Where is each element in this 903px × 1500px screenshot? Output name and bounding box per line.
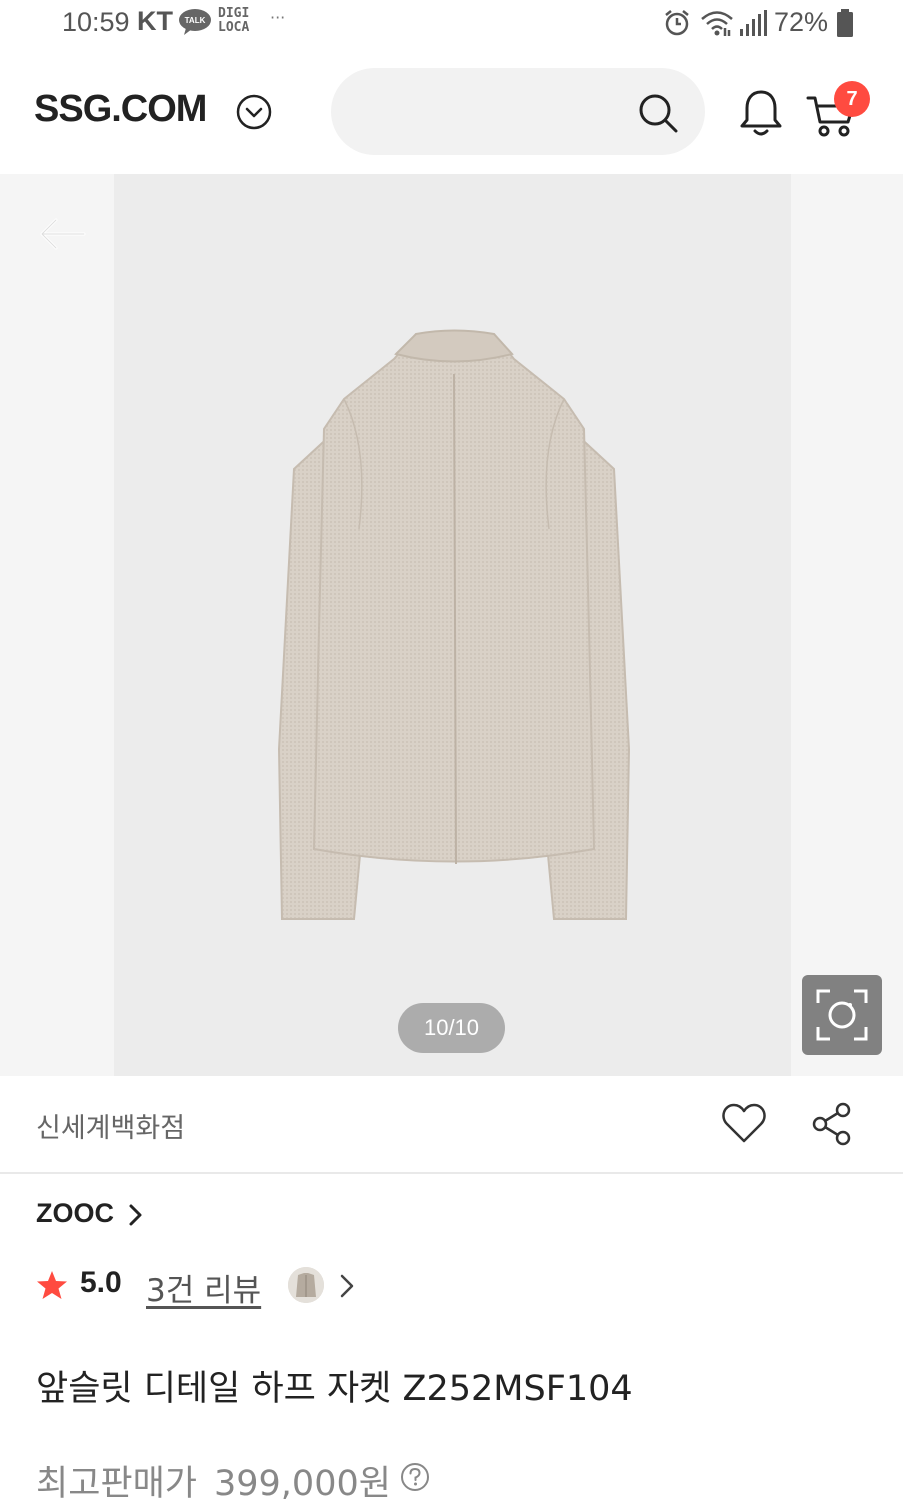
alarm-icon [665,10,689,36]
app-header: SSG.COM 7 [0,48,903,174]
more-notifications-icon: ··· [270,8,286,27]
review-photo-image [288,1267,324,1303]
price-value: 399,000원 [214,1464,391,1500]
lens-scan-icon [816,989,868,1041]
share-icon[interactable] [811,1102,853,1146]
kakaotalk-icon: TALK [179,9,211,35]
digiloca-icon: DIGI LOCA [218,6,250,35]
star-icon [37,1271,67,1299]
back-arrow-icon[interactable] [36,214,88,254]
chevron-right-icon[interactable] [126,1202,146,1228]
status-time: 10:59 [62,7,130,37]
ssg-logo[interactable]: SSG.COM [34,88,207,131]
product-image[interactable] [114,174,791,1076]
battery-percent: 72% [774,7,829,37]
store-name[interactable]: 신세계백화점 [36,1106,185,1145]
heart-icon[interactable] [721,1102,767,1144]
jacket-image [277,329,631,920]
chevron-down-icon[interactable] [236,94,272,130]
search-icon[interactable] [637,92,679,134]
talk-badge-text: TALK [185,16,206,25]
rating-score: 5.0 [80,1266,122,1299]
store-row: 신세계백화점 [0,1076,903,1174]
status-carrier: KT [137,6,173,36]
bell-icon[interactable] [738,88,784,138]
battery-icon [837,9,853,37]
wifi-icon [701,11,733,36]
status-bar: 10:59 KT TALK DIGI LOCA ··· 72% [0,0,903,48]
page-indicator: 10/10 [398,1003,505,1053]
signal-icon [740,10,767,36]
brand-link[interactable]: ZOOC [36,1198,114,1229]
lens-scan-button[interactable] [802,975,882,1055]
cart-count-badge: 7 [834,81,870,117]
review-count-link[interactable]: 3건 리뷰 [146,1265,261,1310]
product-gallery[interactable]: 10/10 [0,174,903,1076]
review-thumbnail[interactable] [288,1267,324,1303]
chevron-right-icon[interactable] [337,1272,357,1300]
help-icon[interactable] [400,1462,430,1492]
price-label: 최고판매가 [36,1464,198,1500]
product-title: 앞슬릿 디테일 하프 자켓 Z252MSF104 [36,1369,633,1409]
